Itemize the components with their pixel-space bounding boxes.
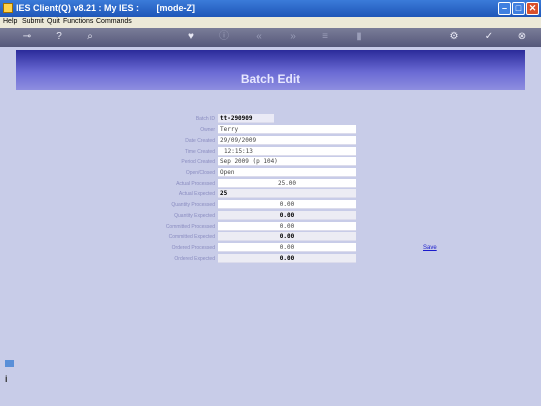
label-ordered-expected: Ordered Expected [174, 256, 215, 262]
window-title: IES Client(Q) v8.21 : My IES : [mode-Z] [16, 3, 196, 13]
field-ordered-processed[interactable]: 0.00 [218, 243, 356, 252]
label-committed-processed: Committed Processed [165, 224, 215, 230]
close-icon[interactable]: ⊗ [515, 31, 529, 43]
field-batch-id[interactable]: tt-290909 [218, 114, 274, 123]
rewind-icon[interactable]: « [252, 31, 266, 43]
field-committed-expected[interactable]: 0.00 [218, 232, 356, 241]
heart-icon[interactable]: ♥ [184, 31, 198, 43]
field-date-created[interactable]: 29/09/2009 [218, 136, 356, 145]
field-time-created[interactable]: 12:15:13 [218, 147, 356, 156]
list-icon[interactable]: ≡ [318, 31, 332, 43]
field-actual-processed[interactable]: 25.00 [218, 179, 356, 188]
forward-icon[interactable]: » [286, 31, 300, 43]
label-quantity-expected: Quantity Expected [174, 213, 215, 219]
field-committed-processed[interactable]: 0.00 [218, 222, 356, 231]
check-icon[interactable]: ✓ [482, 31, 496, 43]
label-batch-id: Batch ID [195, 116, 215, 122]
label-open-closed: Open/Closed [185, 170, 215, 176]
label-date-created: Date Created [185, 138, 215, 144]
field-owner[interactable]: Terry [218, 125, 356, 134]
menu-quit[interactable]: Quit [47, 18, 60, 25]
page-header: Batch Edit [16, 50, 525, 90]
label-actual-expected: Actual Expected [178, 191, 215, 197]
field-ordered-expected[interactable]: 0.00 [218, 254, 356, 263]
app-icon [3, 3, 13, 13]
toolbar: ⊸ ? ⌕ ♥ ⓘ « » ≡ ▮ ⚙ ✓ ⊗ [0, 28, 541, 47]
menu-commands[interactable]: Commands [96, 18, 132, 25]
help-icon[interactable]: ? [52, 31, 66, 43]
menu-help[interactable]: Help [3, 18, 17, 25]
info-icon[interactable]: ⓘ [217, 31, 231, 43]
field-actual-expected[interactable]: 25 [218, 189, 356, 198]
menu-submit[interactable]: Submit [22, 18, 44, 25]
field-period-created[interactable]: Sep 2009 (p 104) [218, 157, 356, 166]
settings-icon[interactable]: ⚙ [447, 31, 461, 43]
page-title: Batch Edit [240, 72, 301, 86]
label-time-created: Time Created [184, 149, 215, 155]
menu-functions[interactable]: Functions [63, 18, 93, 25]
search-icon[interactable]: ⌕ [83, 31, 97, 43]
field-quantity-expected[interactable]: 0.00 [218, 211, 356, 220]
menu-bar: Help Submit Quit Functions Commands [0, 17, 541, 28]
notes-icon[interactable] [5, 360, 14, 367]
info-side-icon[interactable]: i [5, 374, 8, 384]
key-icon[interactable]: ⊸ [18, 31, 36, 43]
label-quantity-processed: Quantity Processed [171, 202, 215, 208]
maximize-button[interactable]: □ [512, 2, 525, 15]
title-bar: IES Client(Q) v8.21 : My IES : [mode-Z] … [0, 0, 541, 17]
trash-icon[interactable]: ▮ [352, 31, 366, 43]
field-quantity-processed[interactable]: 0.00 [218, 200, 356, 209]
label-actual-processed: Actual Processed [176, 181, 215, 187]
close-window-button[interactable]: ✕ [526, 2, 539, 15]
field-open-closed[interactable]: Open [218, 168, 356, 177]
label-owner: Owner [200, 127, 215, 133]
label-ordered-processed: Ordered Processed [171, 245, 215, 251]
save-link[interactable]: Save [423, 245, 437, 251]
label-committed-expected: Committed Expected [168, 234, 215, 240]
minimize-button[interactable]: – [498, 2, 511, 15]
label-period-created: Period Created [181, 159, 215, 165]
